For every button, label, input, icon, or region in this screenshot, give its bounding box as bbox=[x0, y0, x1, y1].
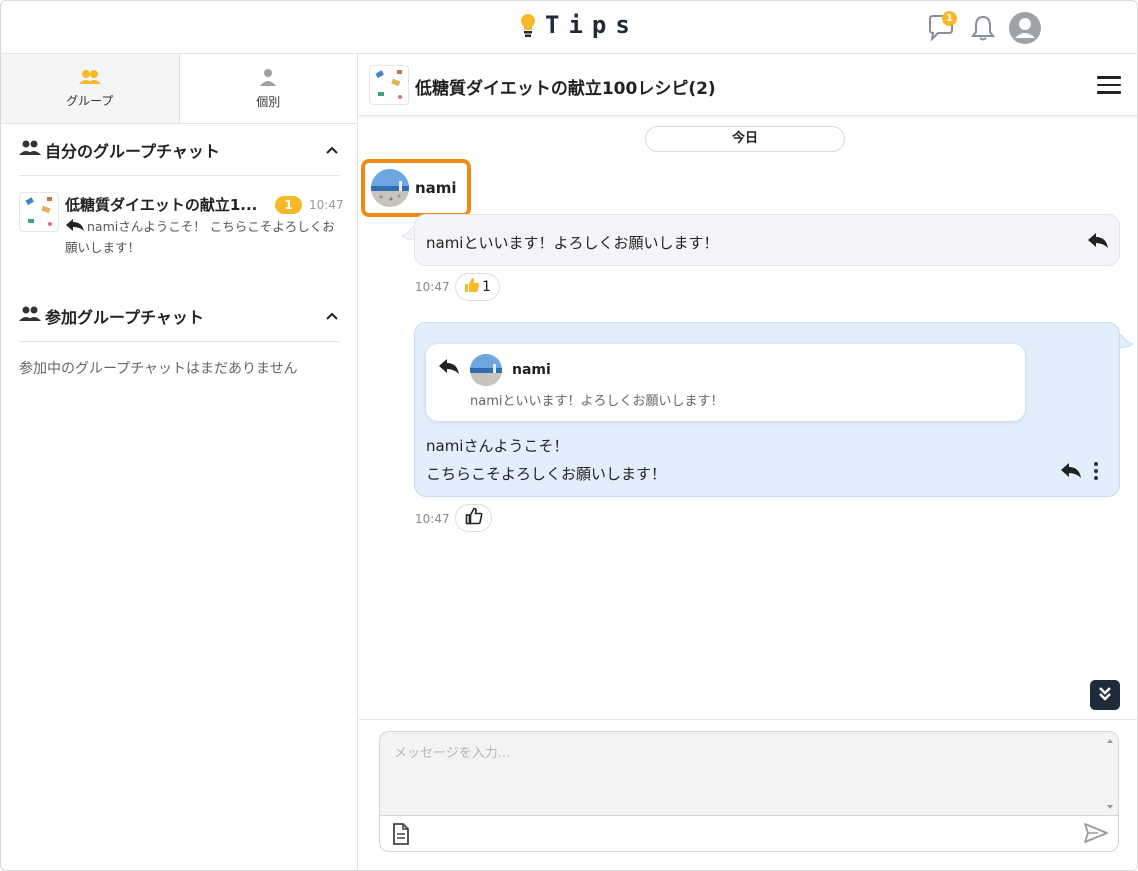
chevron-up-icon[interactable] bbox=[325, 140, 339, 159]
my-group-section-header[interactable]: 自分のグループチャット bbox=[19, 124, 339, 176]
sidebar: グループ 個別 自分のグループチャット 低糖質ダイエットの献立1... 1 10… bbox=[1, 54, 358, 870]
input-scrollbar[interactable] bbox=[1105, 736, 1115, 812]
chat-panel: 低糖質ダイエットの献立100レシピ(2) 今日 nami namiといいます！よ… bbox=[359, 54, 1137, 870]
group-thumbnail bbox=[19, 192, 59, 232]
more-options-icon[interactable] bbox=[1093, 462, 1099, 480]
chat-badge: 1 bbox=[942, 11, 957, 26]
incoming-message-bubble: namiといいます！よろしくお願いします！ bbox=[414, 214, 1120, 266]
message-input[interactable] bbox=[380, 732, 1118, 816]
top-bar: Tips 1 bbox=[1, 1, 1137, 54]
message-text-line2: こちらこそよろしくお願いします！ bbox=[426, 465, 667, 483]
lightbulb-icon bbox=[519, 12, 537, 38]
logo[interactable]: Tips bbox=[519, 11, 639, 39]
thumbs-up-filled-icon bbox=[464, 277, 480, 297]
thumbs-up-icon bbox=[465, 507, 483, 529]
chat-thumbnail bbox=[369, 65, 409, 105]
send-icon[interactable] bbox=[1084, 823, 1108, 847]
chat-header: 低糖質ダイエットの献立100レシピ(2) bbox=[359, 54, 1137, 116]
tab-group-label: グループ bbox=[66, 93, 114, 108]
message-text-line1: namiさんようこそ！ bbox=[426, 437, 569, 455]
joined-group-section-header[interactable]: 参加グループチャット bbox=[19, 290, 339, 342]
composer-box bbox=[379, 731, 1119, 852]
group-chat-item[interactable]: 低糖質ダイエットの献立1... 1 10:47 namiさんようこそ！ こちらこ… bbox=[19, 190, 344, 260]
sender-avatar bbox=[371, 169, 409, 207]
group-chat-preview-text: namiさんようこそ！ こちらこそよろしくお願いします！ bbox=[65, 219, 335, 255]
top-icons: 1 bbox=[925, 11, 1041, 44]
message-time: 10:47 bbox=[415, 512, 450, 526]
quote-avatar bbox=[470, 354, 502, 386]
message-time: 10:47 bbox=[415, 280, 450, 294]
reaction-count: 1 bbox=[482, 279, 491, 295]
app-window: Tips 1 グループ 個別 自分のグループチャット 低糖質ダイエットの献立1.… bbox=[0, 0, 1138, 871]
composer bbox=[359, 719, 1137, 870]
reply-icon[interactable] bbox=[1060, 462, 1082, 480]
double-chevron-down-icon bbox=[1097, 685, 1113, 705]
logo-text: Tips bbox=[545, 11, 639, 39]
person-icon bbox=[259, 68, 277, 89]
message-sender[interactable]: nami bbox=[361, 159, 471, 217]
chat-bubble-icon[interactable]: 1 bbox=[925, 11, 957, 44]
scroll-to-bottom-button[interactable] bbox=[1090, 680, 1120, 710]
user-avatar-icon[interactable] bbox=[1009, 12, 1041, 44]
group-icon bbox=[78, 69, 102, 88]
tab-individual[interactable]: 個別 bbox=[180, 54, 358, 123]
quote-text: namiといいます！よろしくお願いします！ bbox=[470, 394, 724, 409]
quoted-message[interactable]: nami namiといいます！よろしくお願いします！ bbox=[426, 344, 1025, 421]
bell-icon[interactable] bbox=[967, 12, 999, 44]
joined-group-empty-text: 参加中のグループチャットはまだありません bbox=[19, 361, 298, 377]
menu-icon[interactable] bbox=[1097, 76, 1121, 94]
sender-name: nami bbox=[415, 179, 457, 197]
group-icon bbox=[19, 140, 41, 159]
chat-title: 低糖質ダイエットの献立100レシピ(2) bbox=[415, 79, 716, 99]
group-chat-time: 10:47 bbox=[309, 198, 344, 212]
outgoing-message-bubble: nami namiといいます！よろしくお願いします！ namiさんようこそ！ こ… bbox=[414, 322, 1120, 497]
tab-individual-label: 個別 bbox=[256, 94, 281, 109]
date-divider: 今日 bbox=[645, 126, 845, 152]
reaction-like-button[interactable] bbox=[455, 504, 492, 532]
quote-sender-name: nami bbox=[512, 362, 551, 378]
tab-group[interactable]: グループ bbox=[1, 54, 180, 123]
sidebar-tabs: グループ 個別 bbox=[1, 54, 357, 124]
joined-group-section-title: 参加グループチャット bbox=[45, 307, 204, 327]
my-group-section-title: 自分のグループチャット bbox=[45, 141, 220, 161]
document-attach-icon[interactable] bbox=[392, 823, 410, 849]
reaction-like[interactable]: 1 bbox=[455, 273, 500, 301]
unread-badge: 1 bbox=[275, 196, 302, 214]
reply-icon[interactable] bbox=[1087, 232, 1109, 250]
group-chat-preview: namiさんようこそ！ こちらこそよろしくお願いします！ bbox=[65, 217, 339, 258]
group-chat-title: 低糖質ダイエットの献立1... bbox=[65, 196, 258, 214]
chevron-up-icon[interactable] bbox=[325, 306, 339, 325]
reply-icon bbox=[65, 218, 85, 238]
message-text: namiといいます！よろしくお願いします！ bbox=[426, 234, 719, 252]
group-icon bbox=[19, 306, 41, 325]
reply-icon bbox=[438, 358, 460, 380]
